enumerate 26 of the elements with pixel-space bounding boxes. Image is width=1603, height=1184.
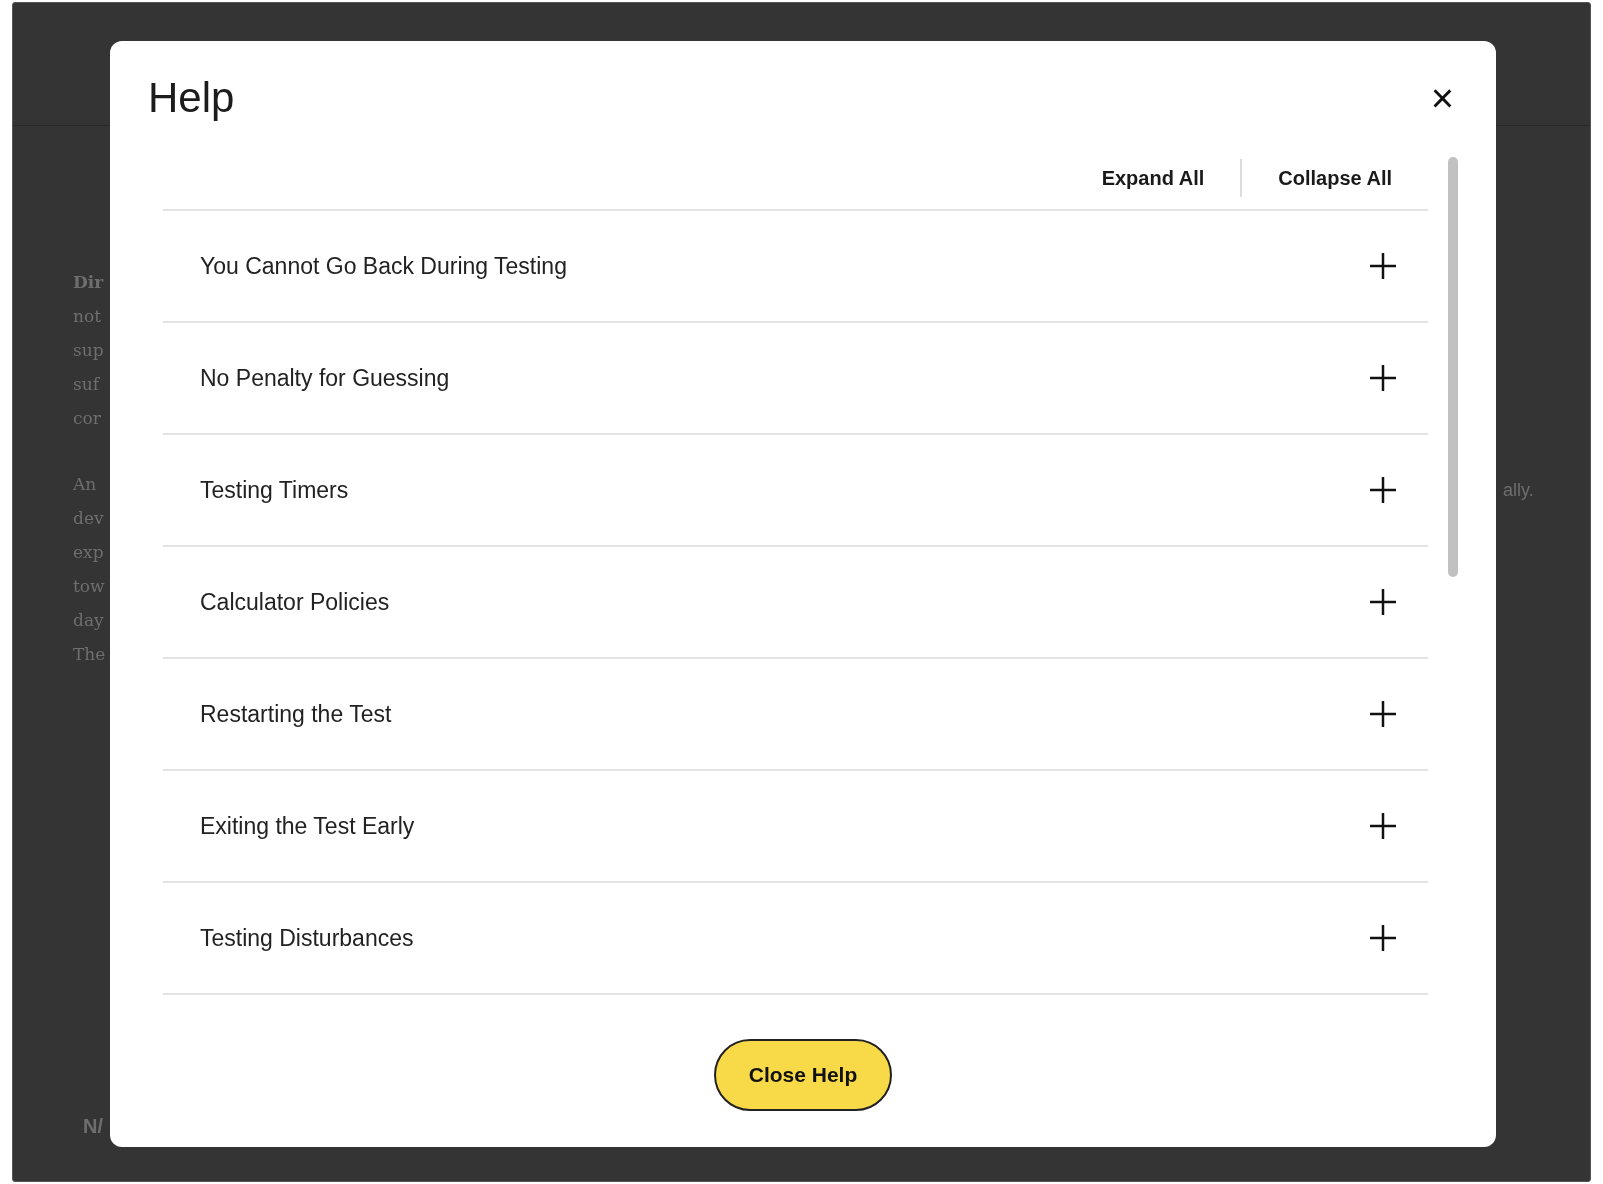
close-button[interactable]: ×	[1426, 78, 1458, 119]
background-text: day	[73, 609, 105, 632]
background-text: exp	[73, 541, 105, 564]
background-text: An	[73, 473, 98, 496]
plus-icon	[1370, 701, 1396, 728]
plus-icon	[1370, 365, 1396, 392]
background-text: cor	[73, 407, 102, 430]
background-text: The	[73, 643, 107, 666]
scrollbar-thumb[interactable]	[1448, 157, 1458, 578]
plus-icon	[1370, 813, 1396, 840]
plus-icon	[1370, 253, 1396, 280]
background-text: tow	[73, 575, 106, 598]
close-help-button[interactable]: Close Help	[714, 1039, 892, 1111]
expand-all-button[interactable]: Expand All	[1065, 159, 1241, 198]
background-text: dev	[73, 507, 105, 530]
plus-icon	[1370, 589, 1396, 616]
background-text: Dir	[73, 271, 105, 294]
background-text: suf	[73, 373, 101, 396]
background-text: ally.	[1503, 479, 1534, 502]
plus-icon	[1370, 477, 1396, 504]
background-text: N/	[83, 1114, 103, 1139]
background-text: sup	[73, 339, 105, 362]
collapse-all-button[interactable]: Collapse All	[1242, 159, 1428, 198]
dialog-title: Help	[148, 73, 235, 123]
background-text: not	[73, 305, 102, 328]
plus-icon	[1370, 925, 1396, 952]
